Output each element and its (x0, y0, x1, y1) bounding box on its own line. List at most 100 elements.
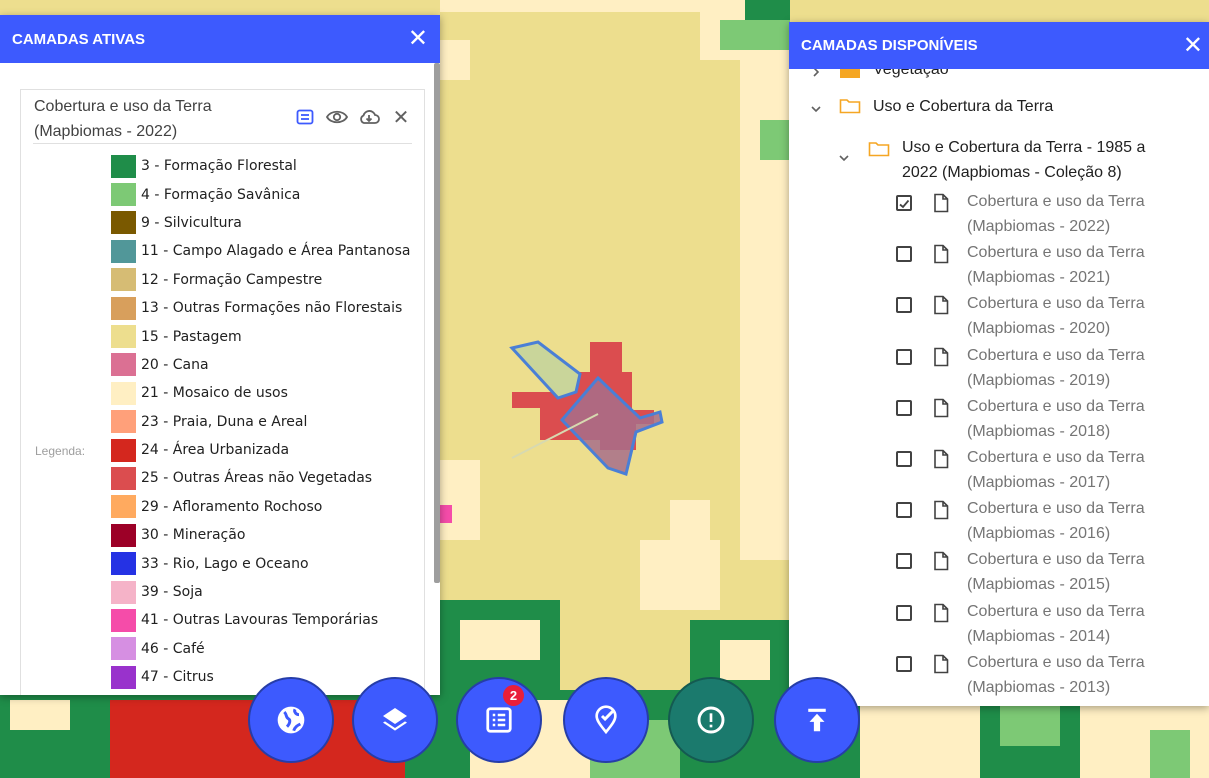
layer-label: Cobertura e uso da Terra (Mapbiomas - 201… (967, 496, 1145, 546)
active-list-button[interactable]: 2 (456, 677, 542, 763)
legend-item: 23 - Praia, Duna e Areal (111, 408, 440, 436)
layer-row[interactable]: Cobertura e uso da Terra (Mapbiomas - 202… (789, 240, 1209, 290)
layer-title-line2: (Mapbiomas - 2022) (34, 123, 178, 140)
cloud-download-icon[interactable] (358, 106, 380, 128)
legend-swatch (111, 552, 136, 576)
remove-layer-icon[interactable]: ✕ (390, 106, 412, 129)
layer-checkbox[interactable] (896, 195, 912, 211)
legend-swatch (111, 438, 136, 462)
legend-swatch (111, 523, 136, 547)
layer-label: Cobertura e uso da Terra (Mapbiomas - 202… (967, 291, 1145, 341)
layer-row[interactable]: Cobertura e uso da Terra (Mapbiomas - 201… (789, 445, 1209, 495)
legend-swatch (111, 381, 136, 405)
close-icon[interactable]: ✕ (1183, 33, 1203, 58)
legend-item: 25 - Outras Áreas não Vegetadas (111, 464, 440, 492)
legend-item-label: 39 - Soja (141, 584, 203, 601)
tree-folder-1985-2022[interactable]: Uso e Cobertura da Terra - 1985 a 2022 (… (789, 135, 1209, 185)
legend-item-label: 30 - Mineração (141, 527, 246, 544)
layer-checkbox[interactable] (896, 451, 912, 467)
draw-button[interactable] (563, 677, 649, 763)
legend-swatch (111, 608, 136, 632)
legend-item: 11 - Campo Alagado e Área Pantanosa (111, 237, 440, 265)
file-icon (934, 193, 949, 213)
layers-icon (383, 708, 407, 731)
layer-label-line1: Cobertura e uso da Terra (967, 449, 1145, 466)
legend-item: 33 - Rio, Lago e Oceano (111, 549, 440, 577)
legend-item-label: 41 - Outras Lavouras Temporárias (141, 612, 379, 629)
legend-list: 3 - Formação Florestal 4 - Formação Savân… (111, 152, 440, 691)
chevron-down-icon[interactable] (809, 102, 823, 116)
layer-label: Cobertura e uso da Terra (Mapbiomas - 201… (967, 394, 1145, 444)
legend-item-label: 47 - Citrus (141, 669, 214, 686)
available-layers-header: CAMADAS DISPONÍVEIS ✕ (789, 22, 1209, 69)
chevron-right-icon[interactable] (809, 69, 823, 79)
legend-item: 15 - Pastagem (111, 322, 440, 350)
available-layers-panel: CAMADAS DISPONÍVEIS ✕ Vegetação Uso e Co… (789, 22, 1209, 706)
layer-row[interactable]: Cobertura e uso da Terra (Mapbiomas - 201… (789, 547, 1209, 597)
layer-row[interactable]: Cobertura e uso da Terra (Mapbiomas - 202… (789, 291, 1209, 341)
info-button[interactable] (668, 677, 754, 763)
layer-row[interactable]: Cobertura e uso da Terra (Mapbiomas - 202… (789, 189, 1209, 239)
layer-row[interactable]: Cobertura e uso da Terra (Mapbiomas - 201… (789, 343, 1209, 393)
map-marker-check-icon (595, 705, 617, 735)
layer-checkbox[interactable] (896, 399, 912, 416)
layer-checkbox[interactable] (896, 553, 912, 570)
layer-row[interactable]: Cobertura e uso da Terra (Mapbiomas - 201… (789, 394, 1209, 444)
layer-label-line1: Cobertura e uso da Terra (967, 193, 1145, 210)
legend-item-label: 4 - Formação Savânica (141, 186, 301, 203)
file-icon (934, 552, 949, 571)
folder-label-line2: 2022 (Mapbiomas - Coleção 8) (902, 164, 1122, 181)
layer-label-line2: (Mapbiomas - 2015) (967, 576, 1111, 594)
bottom-toolbar: 2 (248, 677, 860, 765)
layer-checkbox[interactable] (896, 297, 912, 314)
legend-swatch (111, 239, 136, 263)
basemap-button[interactable] (248, 677, 334, 763)
layer-row[interactable]: Cobertura e uso da Terra (Mapbiomas - 201… (789, 599, 1209, 649)
notification-badge: 2 (503, 685, 524, 706)
layer-label: Cobertura e uso da Terra (Mapbiomas - 201… (967, 650, 1145, 700)
layer-label-line1: Cobertura e uso da Terra (967, 244, 1145, 262)
scrollbar[interactable] (434, 63, 440, 583)
file-icon (934, 500, 949, 520)
layer-label-line1: Cobertura e uso da Terra (967, 551, 1145, 569)
legend-item: 4 - Formação Savânica (111, 180, 440, 208)
layer-checkbox[interactable] (896, 502, 912, 519)
upload-button[interactable] (774, 677, 860, 763)
layers-button[interactable] (352, 677, 438, 763)
folder-label: Uso e Cobertura da Terra - 1985 a 2022 (… (902, 135, 1145, 185)
file-icon (934, 654, 949, 674)
layer-label-line2: (Mapbiomas - 2013) (967, 678, 1111, 696)
legend-item: 29 - Afloramento Rochoso (111, 493, 440, 521)
check-icon (899, 199, 910, 209)
legend-item: 41 - Outras Lavouras Temporárias (111, 606, 440, 634)
tree-folder-uso-cobertura[interactable]: Uso e Cobertura da Terra (789, 94, 1209, 119)
layer-row[interactable]: Cobertura e uso da Terra (Mapbiomas - 201… (789, 496, 1209, 546)
legend-item-label: 9 - Silvicultura (141, 214, 242, 231)
folder-open-icon (839, 99, 861, 114)
layer-checkbox[interactable] (896, 348, 912, 365)
layer-checkbox[interactable] (896, 604, 912, 621)
globe-icon (277, 706, 305, 734)
chevron-down-icon[interactable] (837, 151, 851, 165)
legend-item-label: 15 - Pastagem (141, 328, 242, 345)
layer-checkbox[interactable] (896, 246, 912, 263)
eye-icon[interactable] (326, 106, 348, 128)
legend-label: Legenda: (35, 444, 86, 458)
close-icon[interactable]: ✕ (408, 27, 428, 51)
tree-folder-vegetacao[interactable]: Vegetação (789, 69, 1209, 82)
layer-label: Cobertura e uso da Terra (Mapbiomas - 201… (967, 445, 1145, 495)
layer-label-line1: Cobertura e uso da Terra (967, 295, 1145, 313)
layer-checkbox[interactable] (896, 655, 912, 672)
layer-label-line2: (Mapbiomas - 2019) (967, 371, 1111, 389)
legend-icon[interactable] (294, 106, 316, 128)
active-layers-content: Cobertura e uso da Terra (Mapbiomas - 20… (0, 63, 440, 695)
legend-swatch (111, 296, 136, 320)
layer-label: Cobertura e uso da Terra (Mapbiomas - 201… (967, 599, 1145, 649)
legend-swatch (111, 637, 136, 661)
file-icon (934, 296, 949, 315)
layer-label-line1: Cobertura e uso da Terra (967, 602, 1145, 620)
legend-swatch (111, 466, 136, 490)
active-layer-card: Cobertura e uso da Terra (Mapbiomas - 20… (20, 89, 425, 695)
legend-swatch (111, 154, 136, 178)
legend-swatch (111, 211, 136, 235)
